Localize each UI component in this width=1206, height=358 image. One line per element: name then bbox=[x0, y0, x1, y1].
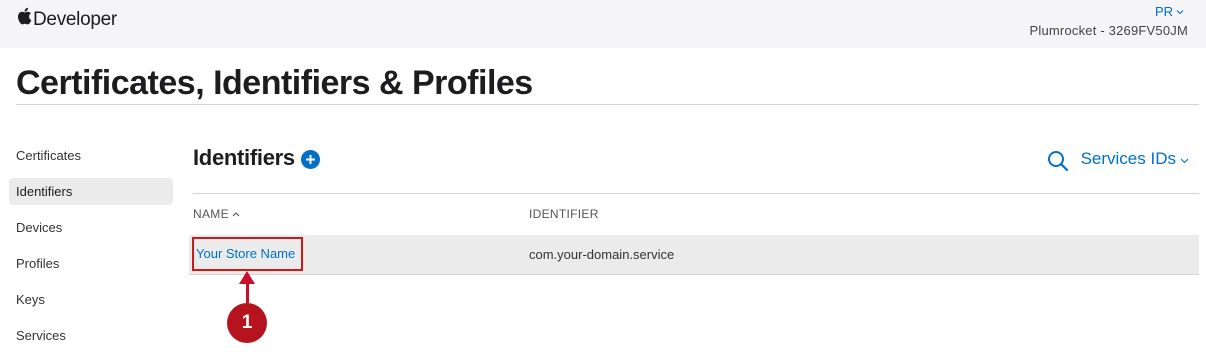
account-menu[interactable]: PR bbox=[1155, 4, 1184, 19]
section-title: Identifiers bbox=[193, 145, 295, 170]
sidebar-item-devices[interactable]: Devices bbox=[9, 214, 173, 241]
sidebar-item-services[interactable]: Services bbox=[9, 322, 173, 349]
title-divider bbox=[16, 104, 1199, 105]
column-header-name[interactable]: NAME bbox=[193, 207, 240, 221]
column-header-identifier-label: IDENTIFIER bbox=[529, 207, 599, 221]
column-header-identifier[interactable]: IDENTIFIER bbox=[529, 207, 599, 221]
search-icon[interactable] bbox=[1047, 150, 1069, 172]
sidebar-item-profiles[interactable]: Profiles bbox=[9, 250, 173, 277]
top-bar: Developer PR Plumrocket - 3269FV50JM bbox=[0, 0, 1206, 48]
chevron-down-icon bbox=[1180, 158, 1189, 163]
add-circle-icon bbox=[305, 155, 315, 164]
annotation-arrow-line bbox=[246, 281, 249, 303]
sidebar: Certificates Identifiers Devices Profile… bbox=[9, 142, 173, 358]
apple-logo-icon bbox=[16, 7, 33, 31]
table-row[interactable] bbox=[189, 235, 1199, 275]
page-title: Certificates, Identifiers & Profiles bbox=[16, 64, 533, 102]
sidebar-item-certificates[interactable]: Certificates bbox=[9, 142, 173, 169]
developer-brand-link[interactable]: Developer bbox=[16, 7, 117, 31]
table-top-divider bbox=[193, 193, 1199, 194]
annotation-step-badge: 1 bbox=[227, 303, 267, 343]
identifier-name-link[interactable]: Your Store Name bbox=[192, 237, 303, 271]
chevron-down-icon bbox=[1176, 9, 1184, 14]
column-header-name-label: NAME bbox=[193, 207, 229, 221]
sidebar-item-identifiers[interactable]: Identifiers bbox=[9, 178, 173, 205]
sort-ascending-icon bbox=[232, 212, 240, 217]
account-initials: PR bbox=[1154, 4, 1173, 19]
filter-label: Services IDs bbox=[1080, 149, 1176, 168]
brand-label: Developer bbox=[33, 9, 117, 30]
identifier-type-filter[interactable]: Services IDs bbox=[1047, 146, 1189, 172]
team-name: Plumrocket - 3269FV50JM bbox=[1029, 23, 1188, 38]
identifier-value: com.your-domain.service bbox=[529, 247, 675, 262]
section-header: Identifiers bbox=[193, 145, 320, 171]
sidebar-item-keys[interactable]: Keys bbox=[9, 286, 173, 313]
add-identifier-button[interactable] bbox=[300, 150, 320, 169]
